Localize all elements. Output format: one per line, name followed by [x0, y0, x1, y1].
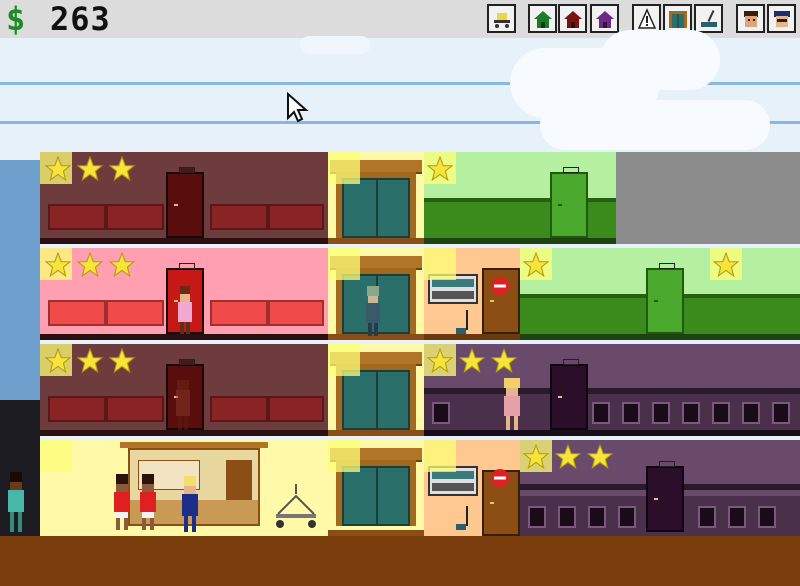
- room-rating: [522, 252, 550, 278]
- manager-face-icon: [773, 10, 790, 27]
- mop-icon: [700, 9, 717, 27]
- room-rating: [44, 252, 136, 278]
- guest-sprite[interactable]: [110, 474, 134, 530]
- star-icon: [108, 348, 136, 374]
- guest-sprite[interactable]: [362, 286, 384, 336]
- star-icon: [522, 252, 550, 278]
- star-icon: [712, 252, 740, 278]
- star-icon: [76, 252, 104, 278]
- bell-cart-icon: [493, 12, 510, 28]
- maintenance-closet[interactable]: [424, 440, 520, 536]
- warning-sign-icon: [637, 7, 656, 29]
- star-icon: [554, 444, 582, 470]
- star-icon: [76, 348, 104, 374]
- build-caution-button[interactable]: [632, 4, 661, 33]
- star-icon: [586, 444, 614, 470]
- hire-manager-button[interactable]: [767, 4, 796, 33]
- room-door[interactable]: [646, 461, 684, 532]
- purple-room[interactable]: [424, 344, 800, 430]
- empty-lot[interactable]: [616, 152, 800, 244]
- no-entry-icon: [491, 469, 509, 487]
- star-icon: [44, 252, 72, 278]
- star-icon: [426, 348, 454, 374]
- room-door[interactable]: [550, 359, 588, 430]
- star-icon: [458, 348, 486, 374]
- elevator[interactable]: [328, 152, 424, 244]
- maintenance-closet[interactable]: [424, 248, 520, 334]
- receptionist-sprite[interactable]: [178, 476, 202, 532]
- money-counter: 263: [50, 0, 111, 38]
- purple-house-icon: [595, 10, 614, 28]
- star-icon: [44, 348, 72, 374]
- green-house-icon: [533, 10, 552, 28]
- room-rating: [426, 348, 518, 374]
- cloud: [300, 36, 370, 54]
- build-green-room-button[interactable]: [528, 4, 557, 33]
- star-icon: [76, 156, 104, 182]
- room-rating: [426, 156, 454, 182]
- build-lobby-button[interactable]: [487, 4, 516, 33]
- visitor-sprite[interactable]: [4, 472, 28, 532]
- lobby[interactable]: [40, 440, 328, 536]
- room-door[interactable]: [646, 263, 684, 334]
- guest-sprite[interactable]: [172, 380, 194, 430]
- luggage-cart-icon[interactable]: [272, 484, 320, 530]
- purple-room[interactable]: [520, 440, 800, 536]
- guest-sprite[interactable]: [136, 474, 160, 530]
- no-entry-icon: [491, 277, 509, 295]
- mop-bucket-icon: [456, 506, 468, 530]
- build-purple-room-button[interactable]: [590, 4, 619, 33]
- star-icon: [108, 252, 136, 278]
- guest-sprite[interactable]: [174, 286, 196, 334]
- elevator-doors[interactable]: [342, 178, 410, 238]
- green-room[interactable]: [424, 152, 616, 238]
- mop-bucket-icon: [456, 310, 468, 334]
- elevator[interactable]: [328, 344, 424, 436]
- ground: [0, 536, 800, 586]
- money-icon: $: [6, 0, 26, 38]
- red-room[interactable]: [40, 152, 328, 238]
- star-icon: [426, 156, 454, 182]
- hire-staff-button[interactable]: [736, 4, 765, 33]
- elevator-icon: [668, 10, 687, 28]
- mouse-cursor-icon: [287, 92, 309, 123]
- red-house-icon: [563, 10, 582, 28]
- star-icon: [44, 156, 72, 182]
- star-icon: [522, 444, 550, 470]
- red-room[interactable]: [40, 344, 328, 430]
- room-rating: [712, 252, 740, 278]
- elevator[interactable]: [328, 248, 424, 340]
- star-icon: [490, 348, 518, 374]
- room-rating: [44, 156, 136, 182]
- build-service-button[interactable]: [694, 4, 723, 33]
- build-red-room-button[interactable]: [558, 4, 587, 33]
- pink-room[interactable]: [40, 248, 328, 334]
- room-rating: [44, 348, 136, 374]
- cloud: [600, 30, 720, 90]
- star-icon: [108, 156, 136, 182]
- staff-face-icon: [743, 10, 758, 27]
- elevator-doors[interactable]: [342, 466, 410, 526]
- cloud: [540, 100, 770, 150]
- room-door[interactable]: [550, 167, 588, 238]
- build-elevator-button[interactable]: [663, 4, 692, 33]
- guest-sprite[interactable]: [500, 378, 524, 430]
- elevator-doors[interactable]: [342, 370, 410, 430]
- room-door[interactable]: [166, 167, 204, 238]
- green-room[interactable]: [520, 248, 800, 334]
- room-rating: [522, 444, 614, 470]
- elevator[interactable]: [328, 440, 424, 536]
